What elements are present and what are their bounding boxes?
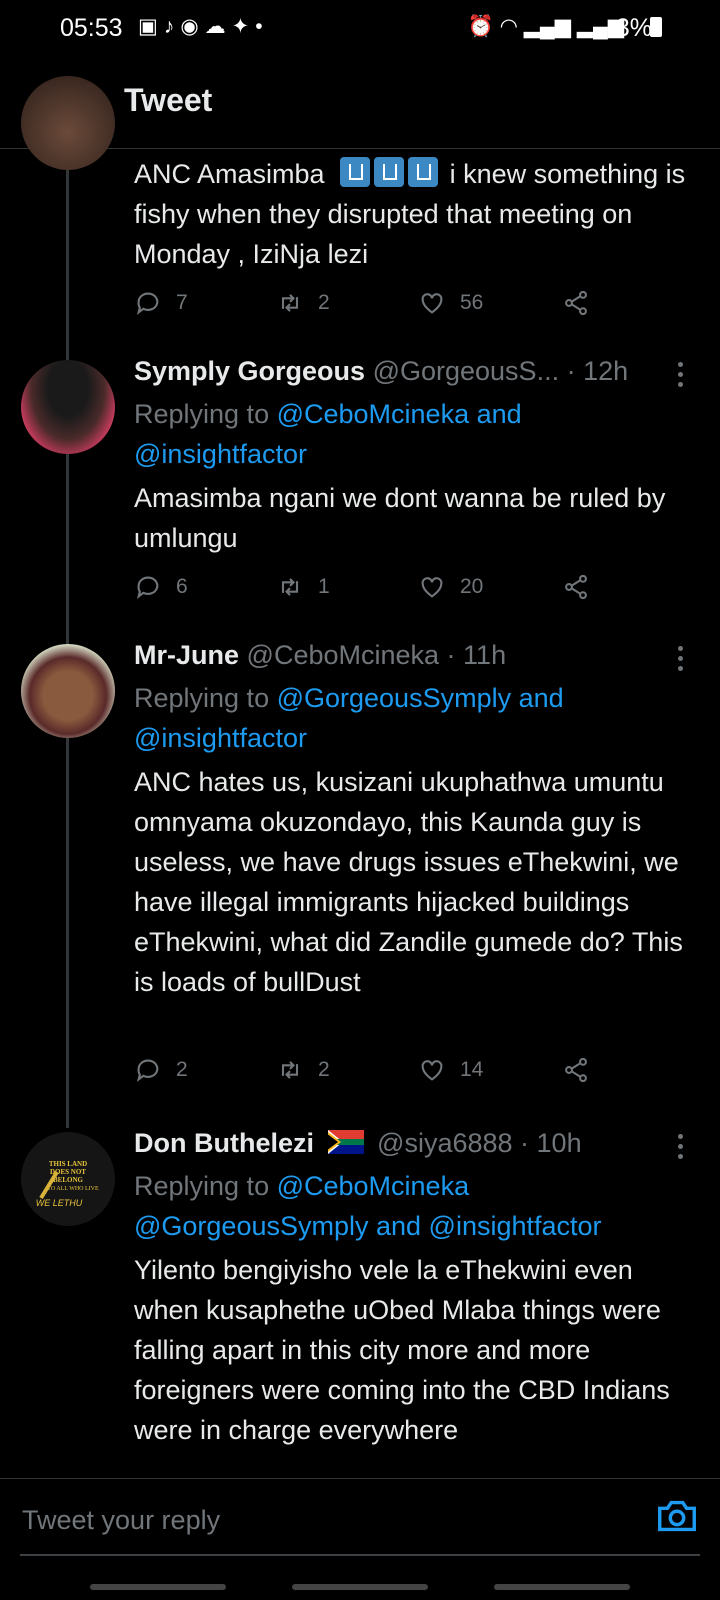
heart-icon [421, 1060, 443, 1081]
thread-line [66, 738, 69, 1128]
like-button[interactable]: 14 [418, 1056, 483, 1084]
thread-line [66, 160, 69, 360]
system-icons: ⏰ ◠ ▂▄▆ ▂▄▆ [468, 14, 624, 39]
system-navigation-bar [0, 1560, 720, 1600]
share-button[interactable] [562, 1056, 604, 1084]
avatar-logo: THIS LAND DOES NOT BELONG TO ALL WHO LIV… [36, 1160, 99, 1208]
tweet-text: ANC Amasimba i knew something is fishy w… [134, 157, 686, 269]
tweet-header: Mr-June @CeboMcineka · 11h [134, 640, 700, 671]
tweet-actions: 7 2 56 [134, 289, 604, 323]
replying-to: Replying to @GorgeousSymply and @insight… [134, 683, 564, 753]
twitter-icon: ✦ [231, 15, 256, 38]
replying-to: Replying to @CeboMcineka and @insightfac… [134, 399, 522, 469]
avatar[interactable] [21, 644, 115, 738]
display-name[interactable]: Mr-June [134, 640, 239, 670]
like-button[interactable]: 56 [418, 289, 483, 317]
reply-input-underline [20, 1554, 700, 1556]
svg-text:WE LETHU: WE LETHU [36, 1198, 83, 1208]
more-options-icon[interactable] [678, 1134, 684, 1160]
share-icon [565, 1057, 587, 1083]
reply-icon [136, 576, 159, 599]
messenger-icon: ◉ [180, 15, 205, 38]
retweet-icon [281, 1061, 299, 1079]
south-africa-flag-icon [327, 1130, 364, 1154]
share-icon [565, 574, 587, 600]
reply-input[interactable] [20, 1493, 624, 1547]
heart-icon [421, 577, 443, 598]
tweet-actions: 6 1 20 [134, 573, 604, 607]
avatar[interactable] [21, 76, 115, 170]
reply-button[interactable]: 7 [134, 289, 188, 317]
retweet-icon [281, 578, 299, 596]
wifi-icon: ◠ [499, 15, 518, 38]
battery-icon [650, 17, 662, 37]
reply-button[interactable]: 2 [134, 1056, 188, 1084]
tweet-text: Yilento bengiyisho vele la eThekwini eve… [134, 1255, 670, 1445]
more-options-icon[interactable] [678, 362, 684, 388]
timestamp: · 12h [566, 356, 629, 386]
avatar[interactable]: THIS LAND DOES NOT BELONG TO ALL WHO LIV… [21, 1132, 115, 1226]
share-button[interactable] [562, 289, 604, 317]
tweet-text: ANC hates us, kusizani ukuphathwa umuntu… [134, 767, 683, 997]
share-button[interactable] [562, 573, 604, 601]
alarm-icon: ⏰ [467, 15, 494, 38]
reply-button[interactable]: 6 [134, 573, 188, 601]
user-handle[interactable]: @CeboMcineka [247, 640, 440, 670]
heart-icon [421, 293, 443, 314]
timestamp: · 11h [446, 640, 507, 670]
reply-icon [136, 292, 159, 315]
share-icon [565, 290, 587, 316]
dot-icon: • [255, 15, 269, 38]
battery-percent: 3% [615, 14, 652, 42]
retweet-button[interactable]: 1 [276, 573, 330, 601]
retweet-button[interactable]: 2 [276, 289, 330, 317]
retweet-button[interactable]: 2 [276, 1056, 330, 1084]
svg-text:THIS LAND: THIS LAND [49, 1160, 87, 1168]
tweet-header: Symply Gorgeous @GorgeousS... · 12h [134, 356, 700, 387]
reply-icon [136, 1059, 159, 1082]
retweet-icon [281, 294, 299, 312]
tweet-header: Don Buthelezi @siya6888 · 10h [134, 1128, 700, 1159]
nav-back-handle[interactable] [494, 1584, 630, 1590]
display-name[interactable]: Symply Gorgeous [134, 356, 365, 386]
status-bar: 05:53 ▣♪◉☁✦• ⏰ ◠ ▂▄▆ ▂▄▆ 3% [0, 0, 720, 56]
tweet-text: Amasimba ngani we dont wanna be ruled by… [134, 483, 666, 553]
user-handle[interactable]: @siya6888 [377, 1128, 513, 1158]
signal-icon: ▂▄▆ [523, 15, 571, 38]
display-name[interactable]: Don Buthelezi [134, 1128, 314, 1158]
svg-text:TO ALL WHO LIVE: TO ALL WHO LIVE [47, 1186, 99, 1192]
avatar[interactable] [21, 360, 115, 454]
emoji-icon [374, 157, 405, 187]
more-options-icon[interactable] [678, 646, 684, 672]
timestamp: · 10h [520, 1128, 582, 1158]
tweet-actions: 2 2 14 [134, 1056, 604, 1090]
emoji-icon [408, 157, 439, 187]
like-button[interactable]: 20 [418, 573, 483, 601]
svg-text:BELONG: BELONG [53, 1176, 84, 1184]
user-handle[interactable]: @GorgeousS... [373, 356, 560, 386]
nav-home-handle[interactable] [292, 1584, 428, 1590]
page-title: Tweet [124, 82, 213, 118]
bell-icon: ♪ [163, 15, 181, 38]
s-icon: ▣ [138, 15, 164, 38]
nav-recent-handle[interactable] [90, 1584, 226, 1590]
emoji-icon [340, 157, 371, 187]
replying-to: Replying to @CeboMcineka @GorgeousSymply… [134, 1171, 602, 1241]
reply-composer [0, 1478, 720, 1561]
thread-line [66, 454, 69, 644]
camera-icon[interactable] [654, 1493, 700, 1539]
cloud-icon: ☁ [204, 15, 232, 38]
notification-icons: ▣♪◉☁✦• [138, 14, 269, 39]
status-time: 05:53 [60, 14, 123, 42]
